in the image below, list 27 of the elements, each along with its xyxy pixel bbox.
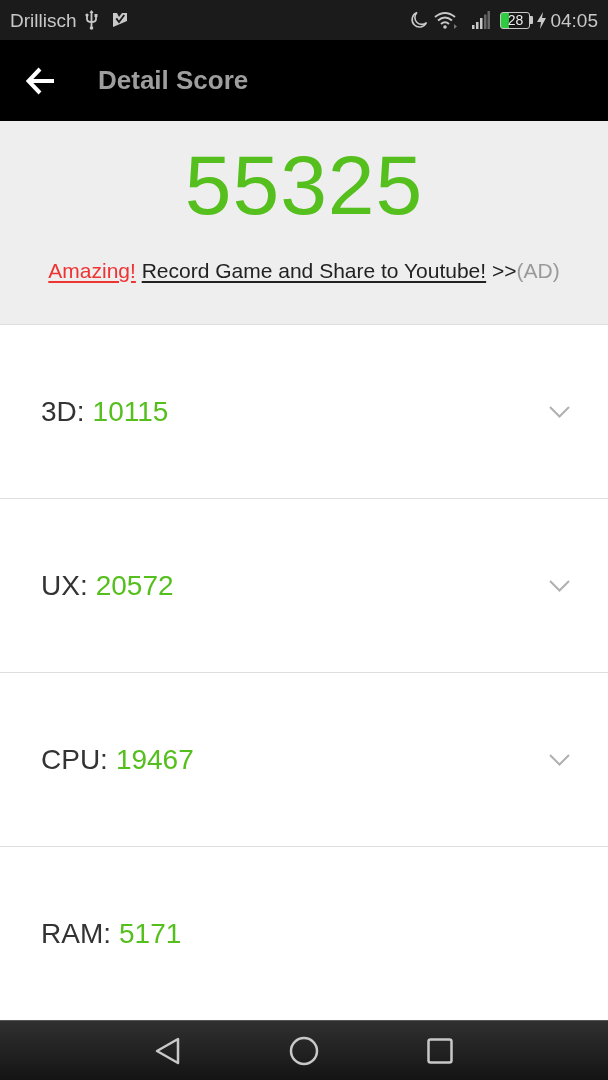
nav-home-button[interactable] xyxy=(289,1035,319,1066)
back-button[interactable] xyxy=(26,66,56,95)
moon-icon xyxy=(410,11,429,29)
carrier-name: Drillisch xyxy=(10,10,77,30)
category-label: UX: xyxy=(41,568,88,603)
nav-back-button[interactable] xyxy=(155,1036,181,1065)
ad-link[interactable]: Amazing! Record Game and Share to Youtube! >>(AD) xyxy=(48,255,560,287)
category-label: CPU: xyxy=(41,742,108,777)
screen-title: Detail Score xyxy=(98,64,249,97)
wifi-icon xyxy=(434,11,459,29)
square-recents-icon xyxy=(427,1037,453,1064)
tick-flag-icon xyxy=(111,12,128,28)
nav-recents-button[interactable] xyxy=(427,1037,453,1064)
clock-time: 04:05 xyxy=(550,10,598,30)
category-score: 19467 xyxy=(115,742,194,777)
circle-home-icon xyxy=(289,1035,319,1066)
signal-icon xyxy=(472,11,491,29)
category-label: RAM: xyxy=(41,916,111,951)
usb-icon xyxy=(84,10,98,30)
category-score: 10115 xyxy=(92,394,169,429)
total-score: 55325 xyxy=(184,143,424,227)
triangle-back-icon xyxy=(155,1036,181,1065)
back-arrow-icon xyxy=(26,66,56,95)
bolt-icon xyxy=(537,11,547,29)
category-score: 5171 xyxy=(119,916,182,951)
category-score: 20572 xyxy=(95,568,174,603)
category-label: 3D: xyxy=(41,394,85,429)
